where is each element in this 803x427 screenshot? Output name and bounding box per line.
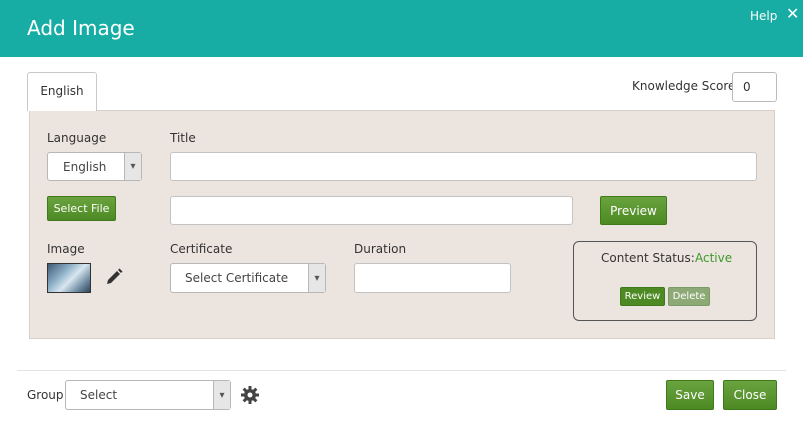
knowledge-score-input[interactable]: 0 xyxy=(732,72,777,102)
chevron-down-icon: ▾ xyxy=(213,381,230,409)
certificate-select[interactable]: Select Certificate ▾ xyxy=(170,263,326,293)
knowledge-score-label: Knowledge Score xyxy=(632,79,736,93)
delete-button[interactable]: Delete xyxy=(668,287,710,306)
help-link[interactable]: Help xyxy=(750,8,777,24)
certificate-label: Certificate xyxy=(170,242,233,256)
content-status-label: Content Status: xyxy=(601,251,695,265)
pencil-icon[interactable] xyxy=(103,266,125,288)
save-button[interactable]: Save xyxy=(666,380,714,410)
language-select-value: English xyxy=(63,159,107,174)
chevron-down-icon: ▾ xyxy=(308,264,325,292)
duration-input[interactable] xyxy=(354,263,511,293)
dialog-title: Add Image xyxy=(27,16,135,40)
tab-english[interactable]: English xyxy=(27,72,97,111)
title-label: Title xyxy=(170,131,196,145)
close-icon[interactable]: ✕ xyxy=(786,3,799,25)
chevron-down-icon: ▾ xyxy=(124,153,141,180)
image-thumbnail[interactable] xyxy=(47,263,91,293)
file-path-input[interactable] xyxy=(170,196,573,225)
group-select-value: Select xyxy=(80,388,118,402)
language-select[interactable]: English ▾ xyxy=(47,152,142,181)
group-select[interactable]: Select ▾ xyxy=(65,380,231,410)
group-label: Group xyxy=(27,388,64,402)
footer-divider xyxy=(17,370,786,371)
image-label: Image xyxy=(47,242,85,256)
review-button[interactable]: Review xyxy=(620,287,665,306)
certificate-select-value: Select Certificate xyxy=(185,271,289,285)
content-status-value: Active xyxy=(695,251,733,265)
language-label: Language xyxy=(47,131,107,145)
preview-button[interactable]: Preview xyxy=(600,196,667,225)
gear-icon[interactable] xyxy=(240,385,260,405)
title-input[interactable] xyxy=(170,152,757,181)
tab-label: English xyxy=(40,84,84,98)
duration-label: Duration xyxy=(354,242,407,256)
close-button[interactable]: Close xyxy=(723,380,777,410)
select-file-button[interactable]: Select File xyxy=(47,196,116,221)
